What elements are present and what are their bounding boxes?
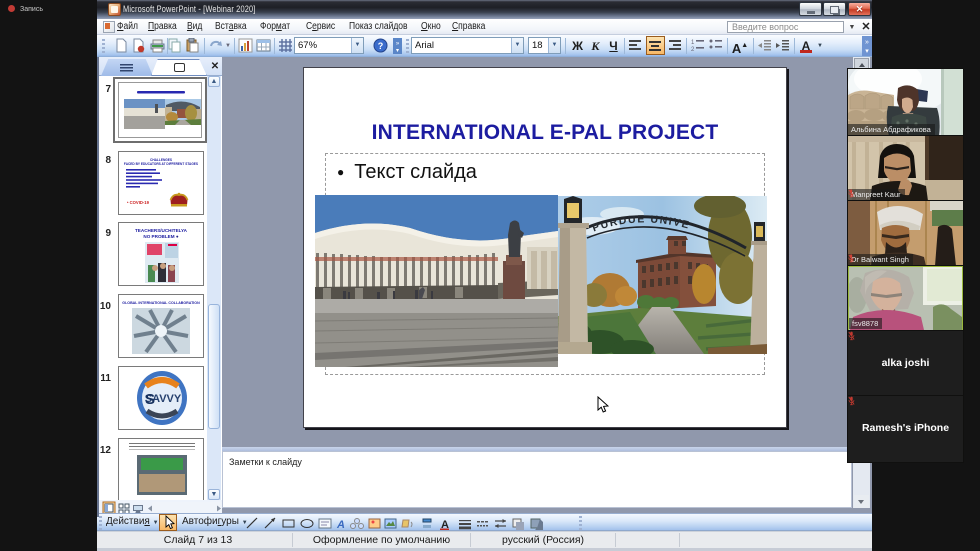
svg-text:A: A	[441, 519, 449, 530]
svg-text:▾: ▾	[865, 48, 869, 55]
svg-text:A: A	[336, 519, 345, 530]
svg-text:2: 2	[691, 47, 695, 53]
svg-text:?: ?	[378, 41, 384, 51]
svg-text:»: »	[865, 39, 869, 46]
svg-text:▾: ▾	[396, 48, 399, 54]
svg-text:1: 1	[691, 40, 695, 46]
svg-text:S: S	[145, 391, 155, 408]
